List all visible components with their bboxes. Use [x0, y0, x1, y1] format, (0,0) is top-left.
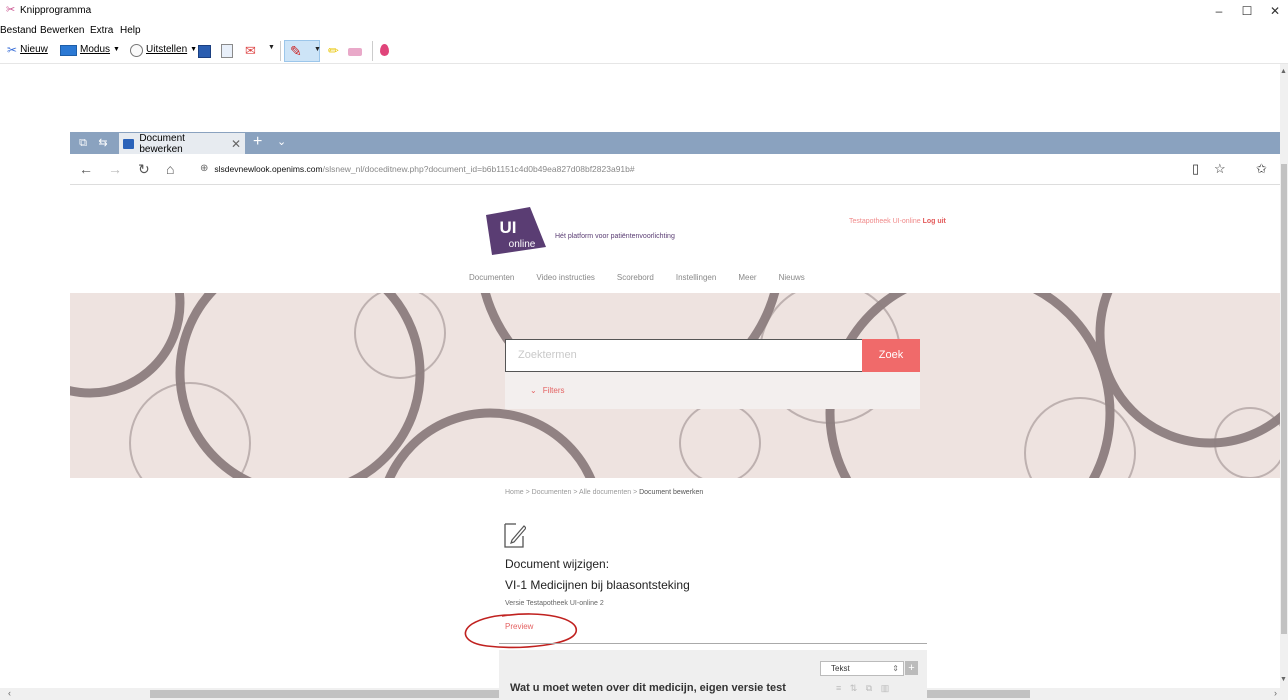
copy-icon[interactable] [221, 44, 233, 58]
scrollbar-thumb[interactable] [1281, 164, 1287, 634]
editor-block-tools[interactable]: ≡ ⇅ ⧉ ▥ [836, 683, 892, 694]
filters-toggle[interactable]: ⌄ Filters [505, 372, 920, 409]
refresh-icon[interactable]: ↻ [138, 160, 150, 178]
tab-preview-icon[interactable]: ⇆ [96, 136, 110, 150]
document-version: Versie Testapotheek UI-online 2 [505, 600, 604, 607]
save-icon[interactable] [198, 45, 211, 58]
breadcrumb-current: Document bewerken [639, 489, 704, 496]
menu-extra[interactable]: Extra [90, 25, 113, 36]
tabs-aside-icon[interactable]: ⧉ [76, 136, 90, 150]
highlighter-icon[interactable]: ✏ [328, 43, 339, 59]
close-button[interactable]: ✕ [1260, 2, 1288, 20]
document-title: VI-1 Medicijnen bij blaasontsteking [505, 578, 690, 592]
logout-link[interactable]: Log uit [923, 218, 946, 225]
search-button[interactable]: Zoek [862, 339, 920, 372]
mode-icon [60, 44, 77, 56]
url-field[interactable]: ⊕ slsdevnewlook.openims.com/slsnew_nl/do… [200, 160, 1180, 178]
breadcrumb-alle-documenten[interactable]: Alle documenten [579, 489, 631, 496]
account-links: Testapotheek UI-online Log uit [849, 218, 946, 225]
paint3d-icon[interactable] [380, 44, 389, 56]
nav-scorebord[interactable]: Scorebord [617, 273, 654, 282]
new-tab-icon[interactable]: + [253, 133, 262, 151]
new-snip-icon: ✂ [7, 43, 18, 57]
reading-view-icon[interactable]: ▯ [1192, 161, 1199, 177]
editor-section-title[interactable]: Wat u moet weten over dit medicijn, eige… [510, 682, 786, 694]
mode-button[interactable]: Modus ▼ [60, 41, 120, 59]
scroll-down-icon[interactable]: ▼ [1280, 676, 1287, 683]
globe-icon: ⊕ [200, 163, 209, 174]
scroll-up-icon[interactable]: ▲ [1280, 68, 1287, 75]
tab-list-chevron-icon[interactable]: ⌄ [277, 135, 286, 148]
logo-text-top: UI [500, 218, 517, 237]
maximize-button[interactable]: ☐ [1232, 2, 1262, 20]
breadcrumb-home[interactable]: Home [505, 489, 524, 496]
nav-nieuws[interactable]: Nieuws [779, 273, 805, 282]
nav-meer[interactable]: Meer [738, 273, 756, 282]
menu-bewerken[interactable]: Bewerken [40, 25, 84, 36]
chevron-down-icon[interactable]: ▼ [268, 44, 275, 51]
account-name[interactable]: Testapotheek UI-online [849, 218, 921, 225]
ui-online-logo[interactable]: UI online [478, 207, 548, 255]
delay-button[interactable]: Uitstellen ▼ [130, 41, 197, 59]
menu-bar: Bestand Bewerken Extra Help [0, 22, 1288, 37]
menu-help[interactable]: Help [120, 25, 141, 36]
block-type-select[interactable]: Tekst ⇕ [820, 661, 904, 676]
edit-document-icon [504, 523, 526, 548]
chevron-down-icon[interactable]: ▼ [314, 46, 321, 53]
browser-tab-active[interactable]: Document bewerken ✕ [119, 133, 245, 155]
red-pen-annotation [464, 613, 577, 649]
toolbar-separator [280, 41, 281, 61]
menu-bestand[interactable]: Bestand [0, 25, 37, 36]
browser-tab-strip [70, 132, 1280, 154]
toolbar-separator [372, 41, 373, 61]
breadcrumb-documenten[interactable]: Documenten [532, 489, 572, 496]
scroll-right-icon[interactable]: › [1274, 688, 1277, 698]
favorite-star-icon[interactable]: ☆ [1214, 161, 1226, 177]
back-icon[interactable]: ← [79, 160, 93, 178]
minimize-button[interactable]: – [1204, 2, 1234, 20]
window-title: Knipprogramma [20, 5, 92, 16]
nav-documenten[interactable]: Documenten [469, 273, 514, 282]
site-tagline: Hét platform voor patiëntenvoorlichting [555, 233, 675, 240]
chevron-down-icon: ▼ [113, 46, 120, 53]
chevron-down-icon: ⌄ [530, 386, 537, 395]
select-arrows-icon: ⇕ [892, 664, 899, 673]
main-nav: Documenten Video instructies Scorebord I… [469, 273, 805, 282]
vertical-scrollbar[interactable] [1280, 64, 1288, 688]
send-snip-icon[interactable]: ✉ [245, 44, 256, 58]
close-tab-icon[interactable]: ✕ [231, 137, 241, 151]
new-snip-button[interactable]: ✂ Nieuw [7, 41, 48, 59]
home-icon[interactable]: ⌂ [166, 160, 174, 178]
eraser-icon[interactable] [348, 48, 362, 56]
clock-icon [130, 43, 143, 57]
document-label: Document wijzigen: [505, 557, 610, 571]
pen-icon[interactable]: ✎ [290, 43, 302, 59]
breadcrumb: Home > Documenten > Alle documenten > Do… [505, 489, 704, 496]
page-favicon-icon [123, 138, 135, 149]
favorites-hub-icon[interactable]: ✩ [1256, 161, 1267, 177]
add-block-button[interactable]: + [905, 661, 918, 675]
scroll-left-icon[interactable]: ‹ [8, 688, 11, 698]
window-titlebar: ✂ Knipprogramma – ☐ ✕ [0, 0, 1288, 22]
nav-instellingen[interactable]: Instellingen [676, 273, 716, 282]
nav-video-instructies[interactable]: Video instructies [536, 273, 595, 282]
scissors-app-icon: ✂ [6, 4, 16, 16]
logo-text-bottom: online [509, 239, 536, 250]
forward-icon[interactable]: → [108, 160, 122, 178]
chevron-down-icon: ▼ [190, 46, 198, 53]
divider [499, 643, 927, 644]
search-input[interactable]: Zoektermen [505, 339, 863, 372]
